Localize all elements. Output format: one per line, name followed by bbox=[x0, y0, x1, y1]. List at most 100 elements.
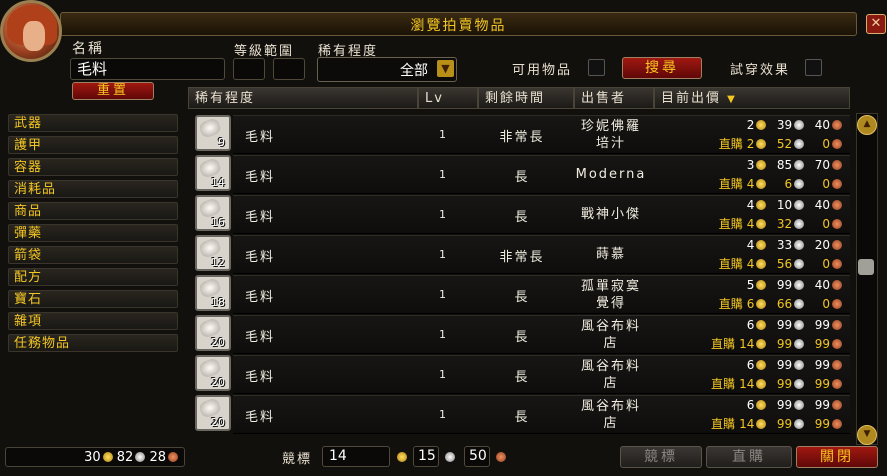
bid-gold: 2 bbox=[746, 118, 755, 132]
level-max-input[interactable] bbox=[273, 58, 305, 80]
category-ammo[interactable]: 彈藥 bbox=[8, 224, 178, 242]
buyout-silver: 99 bbox=[776, 337, 793, 351]
category-container[interactable]: 容器 bbox=[8, 158, 178, 176]
gold-coin-icon bbox=[756, 240, 767, 250]
buyout-copper: 0 bbox=[822, 137, 830, 151]
item-icon[interactable]: 14 bbox=[195, 155, 231, 191]
table-row[interactable]: 毛料 1 長風谷布料 店6 99 99 直購 14 99 99 bbox=[233, 395, 850, 434]
bid-gold: 6 bbox=[746, 398, 755, 412]
item-icon[interactable]: 20 bbox=[195, 315, 231, 351]
gold-coin-icon bbox=[756, 400, 767, 410]
copper-coin-icon bbox=[832, 379, 842, 389]
table-row[interactable]: 毛料 1 長戰神小傑 4 10 40 直購 4 32 0 bbox=[233, 195, 850, 234]
item-icon[interactable]: 20 bbox=[195, 395, 231, 431]
item-icon[interactable]: 18 bbox=[195, 275, 231, 311]
usable-checkbox[interactable] bbox=[588, 59, 605, 76]
table-row[interactable]: 毛料 1 長 Moderna 3 85 70 直購 4 6 0 bbox=[233, 155, 850, 194]
item-level: 1 bbox=[439, 168, 446, 181]
buyout-label: 直購 bbox=[718, 297, 743, 311]
column-time[interactable]: 剩餘時間 bbox=[478, 87, 574, 109]
category-quiver[interactable]: 箭袋 bbox=[8, 246, 178, 264]
copper-coin-icon bbox=[832, 219, 842, 229]
time-left: 長 bbox=[514, 290, 530, 305]
gold-coin-icon bbox=[756, 320, 767, 330]
money-silver: 82 bbox=[116, 450, 134, 465]
buyout-button[interactable]: 直購 bbox=[706, 446, 792, 468]
scrollbar-track[interactable] bbox=[856, 113, 878, 445]
bid-copper: 99 bbox=[814, 398, 830, 412]
item-icon[interactable]: 16 bbox=[195, 195, 231, 231]
seller-name: 蒔慕 bbox=[595, 247, 626, 262]
scroll-down-icon[interactable]: ▼ bbox=[857, 425, 877, 445]
copper-coin-icon bbox=[832, 299, 842, 309]
scrollbar-thumb[interactable] bbox=[858, 259, 874, 275]
buyout-silver: 6 bbox=[784, 177, 793, 191]
column-rarity[interactable]: 稀有程度 bbox=[188, 87, 418, 109]
close-button[interactable]: 關閉 bbox=[796, 446, 878, 468]
buyout-gold: 14 bbox=[739, 337, 755, 351]
item-level: 1 bbox=[439, 128, 446, 141]
buyout-silver: 99 bbox=[776, 377, 793, 391]
sort-arrow-icon: ▼ bbox=[727, 94, 737, 105]
gold-coin-icon bbox=[756, 139, 767, 149]
seller-name: 孤單寂寞 覺得 bbox=[580, 279, 641, 311]
category-recipe[interactable]: 配方 bbox=[8, 268, 178, 286]
level-min-input[interactable] bbox=[233, 58, 265, 80]
silver-coin-icon bbox=[794, 339, 805, 349]
bid-copper-input[interactable]: 50 bbox=[464, 446, 490, 467]
usable-label: 可用物品 bbox=[512, 63, 573, 78]
buyout-label: 直購 bbox=[718, 177, 743, 191]
column-seller[interactable]: 出售者 bbox=[574, 87, 654, 109]
item-name: 毛料 bbox=[245, 250, 276, 265]
gold-coin-icon bbox=[756, 339, 767, 349]
column-price[interactable]: 目前出價 ▼ bbox=[654, 87, 850, 109]
scroll-up-icon[interactable]: ▲ bbox=[857, 115, 877, 135]
gold-coin-icon bbox=[756, 200, 767, 210]
buyout-price: 直購 4 32 0 bbox=[719, 215, 842, 232]
chevron-down-icon[interactable]: ▼ bbox=[437, 60, 454, 77]
reset-button[interactable]: 重置 bbox=[72, 82, 154, 100]
silver-coin-icon bbox=[794, 400, 805, 410]
bid-gold-input[interactable]: 14 bbox=[322, 446, 390, 467]
bid-copper: 40 bbox=[814, 118, 830, 132]
item-icon[interactable]: 20 bbox=[195, 355, 231, 391]
close-icon[interactable]: ✕ bbox=[866, 14, 886, 34]
buyout-silver: 66 bbox=[776, 297, 793, 311]
rarity-dropdown[interactable]: 全部 ▼ bbox=[317, 57, 457, 82]
category-consumable[interactable]: 消耗品 bbox=[8, 180, 178, 198]
category-quest[interactable]: 任務物品 bbox=[8, 334, 178, 352]
window-title: 瀏覽拍賣物品 bbox=[410, 18, 507, 34]
table-row[interactable]: 毛料 1 長風谷布料 店6 99 99 直購 14 99 99 bbox=[233, 315, 850, 354]
name-input[interactable]: 毛料 bbox=[70, 58, 225, 80]
stack-count: 20 bbox=[211, 416, 225, 429]
category-trade-goods[interactable]: 商品 bbox=[8, 202, 178, 220]
table-row[interactable]: 毛料 1 非常長 珍妮佛羅 培汁 2 39 40 直購 2 52 0 bbox=[233, 115, 850, 154]
preview-checkbox[interactable] bbox=[805, 59, 822, 76]
category-gem[interactable]: 寶石 bbox=[8, 290, 178, 308]
item-icon[interactable]: 9 bbox=[195, 115, 231, 151]
buyout-silver: 56 bbox=[776, 257, 793, 271]
bid-copper: 70 bbox=[814, 158, 830, 172]
item-icon[interactable]: 12 bbox=[195, 235, 231, 271]
category-weapon[interactable]: 武器 bbox=[8, 114, 178, 132]
bid-price: 6 99 99 bbox=[747, 318, 842, 332]
column-lv[interactable]: Lv bbox=[418, 87, 478, 109]
bid-silver-input[interactable]: 15 bbox=[413, 446, 439, 467]
gold-coin-icon bbox=[756, 120, 767, 130]
bid-silver: 99 bbox=[776, 398, 793, 412]
silver-coin-icon bbox=[794, 360, 805, 370]
title-bar: 瀏覽拍賣物品 bbox=[60, 12, 857, 36]
table-row[interactable]: 毛料 1 非常長 蒔慕 4 33 20 直購 4 56 0 bbox=[233, 235, 850, 274]
table-row[interactable]: 毛料 1 長 孤單寂寞 覺得 5 99 40 直購 6 66 0 bbox=[233, 275, 850, 314]
search-button[interactable]: 搜尋 bbox=[622, 57, 702, 79]
item-name: 毛料 bbox=[245, 370, 276, 385]
time-left: 長 bbox=[514, 410, 530, 425]
table-row[interactable]: 毛料 1 長風谷布料 店6 99 99 直購 14 99 99 bbox=[233, 355, 850, 394]
copper-coin-icon bbox=[832, 179, 842, 189]
copper-coin-icon bbox=[832, 240, 842, 250]
buyout-label: 直購 bbox=[718, 137, 743, 151]
gold-coin-icon bbox=[102, 452, 113, 462]
category-misc[interactable]: 雜項 bbox=[8, 312, 178, 330]
bid-button[interactable]: 競標 bbox=[620, 446, 702, 468]
category-armor[interactable]: 護甲 bbox=[8, 136, 178, 154]
